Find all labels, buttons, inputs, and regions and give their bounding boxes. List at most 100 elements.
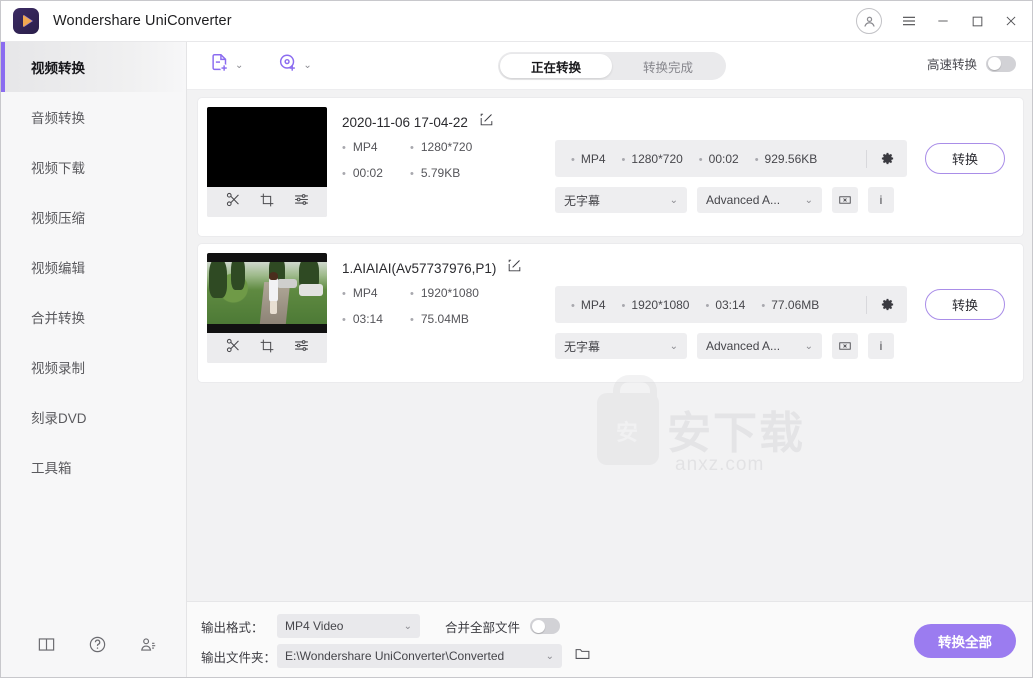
convert-button-label: 转换 [951,298,978,313]
watermark-lock-char: 安 [615,420,640,445]
sidebar-item-video-convert[interactable]: 视频转换 [1,42,186,92]
tab-label: 正在转换 [530,60,581,75]
info-icon: i [879,339,883,353]
info-button[interactable]: i [868,333,894,359]
close-button[interactable] [994,1,1028,42]
merge-files-toggle[interactable] [530,618,561,634]
file-card: 1.AIAIAI(Av57737976,P1) MP4 1920*1080 03… [198,244,1023,382]
crop-icon[interactable] [259,192,275,213]
sidebar-item-video-edit[interactable]: 视频编辑 [1,242,186,292]
compress-icon[interactable] [832,187,858,213]
gear-icon[interactable] [867,297,907,312]
tree-shape [209,262,227,298]
high-speed-toggle[interactable] [986,55,1016,72]
hair-shape [269,272,279,280]
watermark-subtext: anxz.com [675,454,765,475]
crop-icon[interactable] [259,338,275,359]
sidebar-item-video-download[interactable]: 视频下载 [1,142,186,192]
output-duration: 03:14 [705,298,745,312]
thumbnail-actions [207,187,327,217]
help-icon[interactable] [88,635,107,659]
source-duration: 00:02 [342,166,410,180]
app-logo-icon [13,8,39,34]
audio-select[interactable]: Advanced A... ⌄ [697,333,822,359]
sidebar-item-merge-convert[interactable]: 合并转换 [1,292,186,342]
subtitle-select[interactable]: 无字幕 ⌄ [555,187,687,213]
sidebar-item-audio-convert[interactable]: 音频转换 [1,92,186,142]
sidebar-item-burn-dvd[interactable]: 刻录DVD [1,392,186,442]
output-duration: 00:02 [699,152,739,166]
sliders-icon[interactable] [293,191,310,213]
info-button[interactable]: i [868,187,894,213]
edit-icon[interactable] [479,112,494,132]
menu-button[interactable] [892,1,926,42]
output-size: 77.06MB [761,298,819,312]
sidebar-item-video-record[interactable]: 视频录制 [1,342,186,392]
sidebar-item-label: 视频下载 [31,161,85,176]
sidebar-footer [1,635,187,659]
bottom-bar: 输出格式： MP4 Video ⌄ 合并全部文件 输出文件夹： E:\Wonde… [187,601,1032,677]
compress-icon[interactable] [832,333,858,359]
lock-icon: 安 [597,375,659,465]
output-folder-select[interactable]: E:\Wondershare UniConverter\Converted ⌄ [277,644,562,668]
subtitle-select[interactable]: 无字幕 ⌄ [555,333,687,359]
thumbnail-frame [207,262,327,324]
output-format-select[interactable]: MP4 Video ⌄ [277,614,420,638]
scissors-icon[interactable] [225,191,242,213]
car-shape [299,284,323,296]
sidebar-item-label: 视频编辑 [31,261,85,276]
output-format-value: MP4 Video [285,619,344,633]
chevron-down-icon[interactable]: ⌄ [303,60,311,71]
chevron-down-icon: ⌄ [545,650,554,662]
convert-button-label: 转换 [951,152,978,167]
add-file-button[interactable]: ⌄ [209,52,243,79]
sliders-icon[interactable] [293,337,310,359]
edit-icon[interactable] [507,258,522,278]
convert-button[interactable]: 转换 [925,143,1005,174]
convert-button[interactable]: 转换 [925,289,1005,320]
audio-select[interactable]: Advanced A... ⌄ [697,187,822,213]
convert-all-label: 转换全部 [938,635,992,650]
person-shape [269,272,279,314]
file-name-row: 1.AIAIAI(Av57737976,P1) [342,258,522,278]
account-avatar-icon[interactable] [856,8,882,34]
video-thumbnail[interactable] [207,253,327,333]
add-disc-icon[interactable] [277,52,299,79]
source-size: 75.04MB [410,312,532,326]
add-file-icon[interactable] [209,52,231,79]
output-resolution: 1920*1080 [622,298,689,312]
car-shape [277,279,297,288]
audio-value: Advanced A... [706,193,781,207]
chevron-down-icon[interactable]: ⌄ [235,60,243,71]
minimize-button[interactable] [926,1,960,42]
folder-icon[interactable] [574,645,591,667]
file-name-text: 2020-11-06 17-04-22 [342,114,468,130]
video-thumbnail[interactable] [207,107,327,187]
sidebar-item-toolbox[interactable]: 工具箱 [1,442,186,492]
high-speed-conversion: 高速转换 [927,54,1016,73]
thumbnail-container [207,107,327,217]
status-tabs: 正在转换 转换完成 [498,52,726,80]
gear-icon[interactable] [867,151,907,166]
high-speed-label: 高速转换 [926,58,977,72]
merge-files-label: 合并全部文件 [445,620,521,635]
maximize-button[interactable] [960,1,994,42]
toggle-knob [531,619,545,633]
add-disc-button[interactable]: ⌄ [277,52,312,79]
output-format-row: 输出格式： MP4 Video ⌄ 合并全部文件 [201,614,561,638]
scissors-icon[interactable] [225,337,242,359]
sidebar-item-video-compress[interactable]: 视频压缩 [1,192,186,242]
source-resolution: 1280*720 [410,140,532,154]
tab-converting[interactable]: 正在转换 [500,54,612,78]
tree-shape [231,262,245,290]
source-metadata: MP4 1920*1080 03:14 75.04MB [342,286,532,326]
users-icon[interactable] [139,635,158,659]
output-controls-row: 无字幕 ⌄ Advanced A... ⌄ i [555,333,894,359]
tab-converted[interactable]: 转换完成 [612,54,724,78]
book-icon[interactable] [37,635,56,659]
file-card: 2020-11-06 17-04-22 MP4 1280*720 00:02 5… [198,98,1023,236]
convert-all-button[interactable]: 转换全部 [914,624,1016,658]
site-watermark: 安 安下载 anxz.com [597,375,827,475]
sidebar-item-label: 工具箱 [31,461,72,476]
subtitle-value: 无字幕 [564,193,601,208]
